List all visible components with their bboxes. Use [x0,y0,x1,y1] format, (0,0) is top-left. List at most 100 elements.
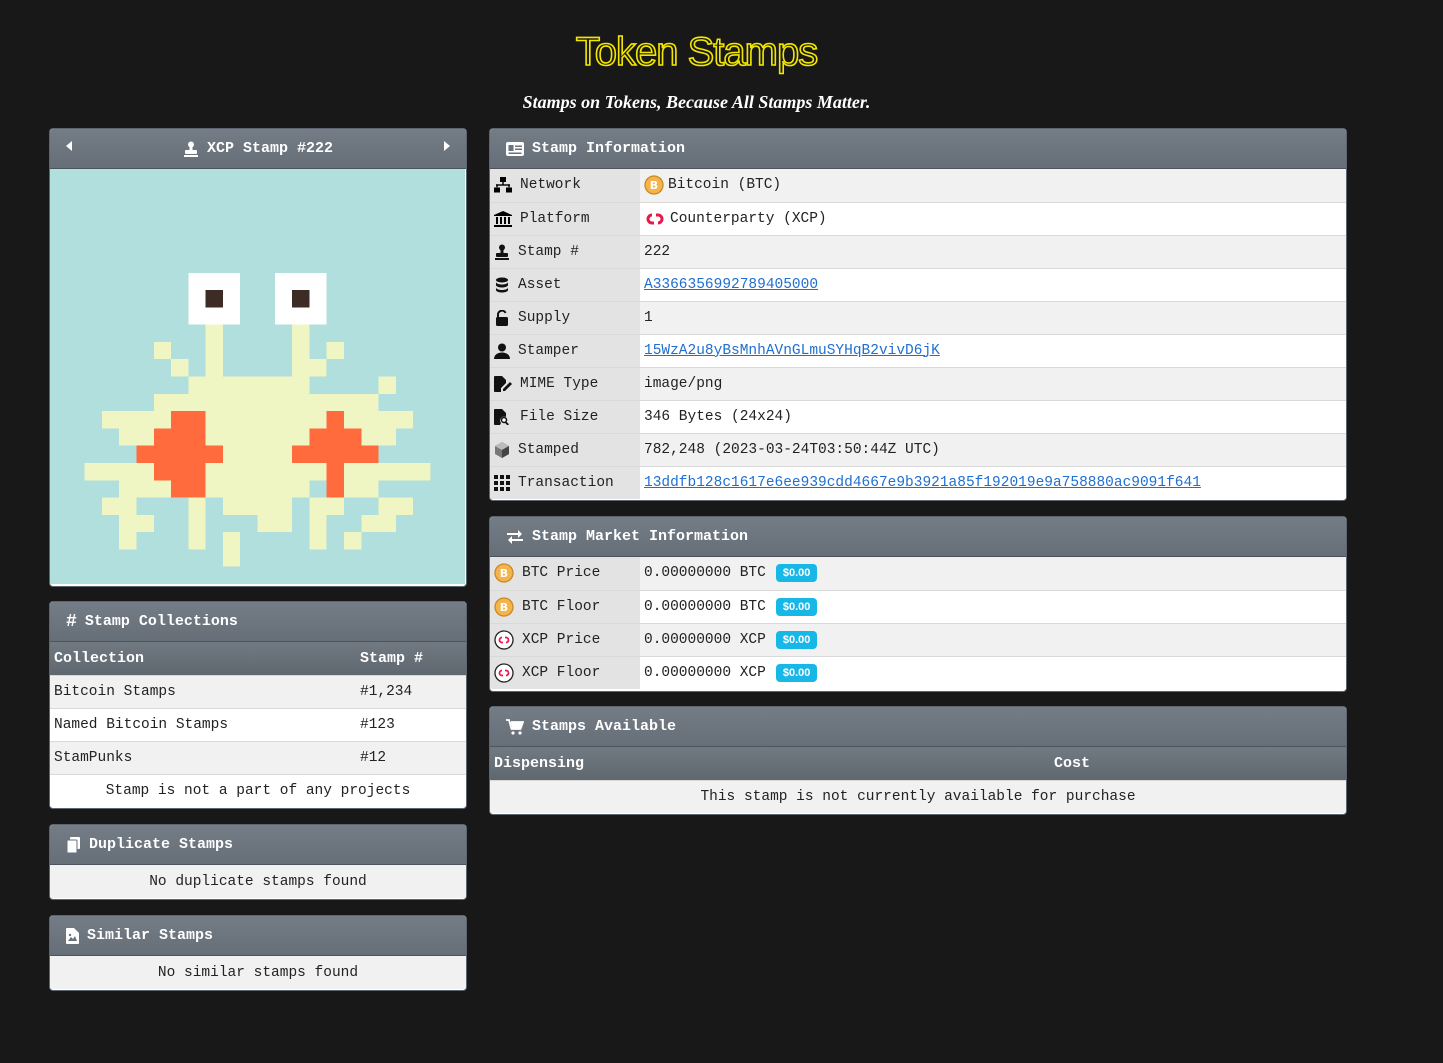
cube-icon [495,441,509,458]
info-label: Transaction [518,474,614,491]
info-header: Stamp Information [490,129,1346,169]
col-dispensing: Dispensing [490,747,1050,780]
duplicates-header: Duplicate Stamps [50,825,466,865]
col-collection: Collection [50,642,356,675]
bitcoin-icon: B [494,563,514,583]
market-title: Stamp Market Information [532,528,749,545]
info-value: 222 [640,234,1346,268]
table-row: XCP Floor 0.00000000 XCP $0.00 [490,655,1346,689]
market-header: Stamp Market Information [490,517,1346,557]
cart-icon [506,718,524,735]
info-label: Supply [518,309,571,326]
table-row: B BTC Floor 0.00000000 BTC $0.00 [490,589,1346,623]
collection-number: #1,234 [356,674,466,708]
col-stamp-number: Stamp # [356,642,466,675]
database-icon [496,277,508,292]
counterparty-icon [646,213,664,224]
collections-header: # Stamp Collections [50,602,466,642]
stamp-image [50,169,465,584]
collection-name: StamPunks [50,740,356,774]
duplicates-empty: No duplicate stamps found [50,865,466,898]
table-row: Transaction 13ddfb128c1617e6ee939cdd4667… [490,465,1346,499]
table-row: File Size 346 Bytes (24x24) [490,399,1346,433]
table-row[interactable]: Named Bitcoin Stamps #123 [50,707,466,741]
available-panel: Stamps Available Dispensing Cost This st… [489,706,1347,815]
info-value: 346 Bytes (24x24) [640,399,1346,433]
similar-empty: No similar stamps found [50,956,466,989]
prev-stamp-icon[interactable] [66,141,72,151]
table-row: Platform Counterparty (XCP) [490,201,1346,235]
stamp-viewer-title: XCP Stamp #222 [206,140,334,157]
similar-title: Similar Stamps [87,927,214,944]
available-header: Stamps Available [490,707,1346,747]
next-stamp-icon[interactable] [444,141,450,151]
stamper-link[interactable]: 15WzA2u8yBsMnhAVnGLmuSYHqB2vivD6jK [644,343,940,359]
usd-badge: $0.00 [775,564,818,583]
counterparty-icon [494,663,514,683]
duplicates-title: Duplicate Stamps [89,836,234,853]
collections-title: Stamp Collections [84,613,238,630]
collections-panel: # Stamp Collections Collection Stamp # B… [49,601,467,809]
info-label: MIME Type [520,375,599,392]
file-image-icon [66,927,79,944]
site-title: Token Stamps [575,29,819,75]
table-row: Supply 1 [490,300,1346,334]
site-subtitle: Stamps on Tokens, Because All Stamps Mat… [522,92,871,112]
table-row: XCP Price 0.00000000 XCP $0.00 [490,622,1346,656]
bitcoin-icon: B [644,175,664,195]
info-value: Counterparty (XCP) [670,210,827,227]
similar-header: Similar Stamps [50,916,466,956]
collection-number: #123 [356,707,466,741]
table-row: This stamp is not currently available fo… [490,779,1346,813]
info-label: Platform [520,210,590,227]
info-label: Stamped [518,441,579,458]
transaction-link[interactable]: 13ddfb128c1617e6ee939cdd4667e9b3921a85f1… [644,475,1201,491]
table-row[interactable]: Bitcoin Stamps #1,234 [50,674,466,708]
collections-footer: Stamp is not a part of any projects [50,773,466,807]
market-label: XCP Floor [522,664,601,681]
market-label: XCP Price [522,631,601,648]
market-label: BTC Floor [522,598,601,615]
usd-badge: $0.00 [775,630,818,649]
available-table: Dispensing Cost This stamp is not curren… [490,747,1346,813]
similar-panel: Similar Stamps No similar stamps found [49,915,467,991]
table-row[interactable]: StamPunks #12 [50,740,466,774]
info-value: 1 [640,300,1346,334]
info-label: Stamp # [518,243,579,260]
col-cost: Cost [1050,747,1346,780]
svg-text:B: B [650,179,658,192]
info-label: Asset [518,276,562,293]
market-value: 0.00000000 BTC [644,598,766,615]
table-row: B BTC Price 0.00000000 BTC $0.00 [490,557,1346,590]
market-label: BTC Price [522,565,601,582]
stamp-viewer-panel: XCP Stamp #222 [49,128,467,587]
market-panel: Stamp Market Information B BTC Price 0.00… [489,516,1347,692]
available-title: Stamps Available [532,718,677,735]
table-row: Asset A3366356992789405000 [490,267,1346,301]
file-search-icon [494,408,509,425]
table-row: Stamped 782,248 (2023-03-24T03:50:44Z UT… [490,432,1346,466]
copy-icon [66,836,80,853]
info-table: Network B Bitcoin (BTC) Platform Counterp… [490,169,1346,499]
market-value: 0.00000000 XCP [644,664,766,681]
id-card-icon [506,141,524,156]
collection-name: Named Bitcoin Stamps [50,707,356,741]
file-signature-icon [494,375,512,392]
asset-link[interactable]: A3366356992789405000 [644,277,818,293]
table-row: MIME Type image/png [490,366,1346,400]
available-empty: This stamp is not currently available fo… [490,779,1346,813]
user-icon [494,343,510,359]
stamp-viewer-header: XCP Stamp #222 [50,129,466,169]
info-value: image/png [640,366,1346,400]
market-value: 0.00000000 XCP [644,631,766,648]
stamp-icon [495,244,509,260]
info-value: Bitcoin (BTC) [668,177,782,194]
collection-number: #12 [356,740,466,774]
info-label: Network [520,177,581,194]
collection-name: Bitcoin Stamps [50,674,356,708]
table-row: Stamper 15WzA2u8yBsMnhAVnGLmuSYHqB2vivD6… [490,333,1346,367]
collections-table: Collection Stamp # Bitcoin Stamps #1,234… [50,642,466,807]
grid-icon [494,474,510,491]
exchange-icon [507,529,523,544]
stamp-icon [183,141,198,157]
